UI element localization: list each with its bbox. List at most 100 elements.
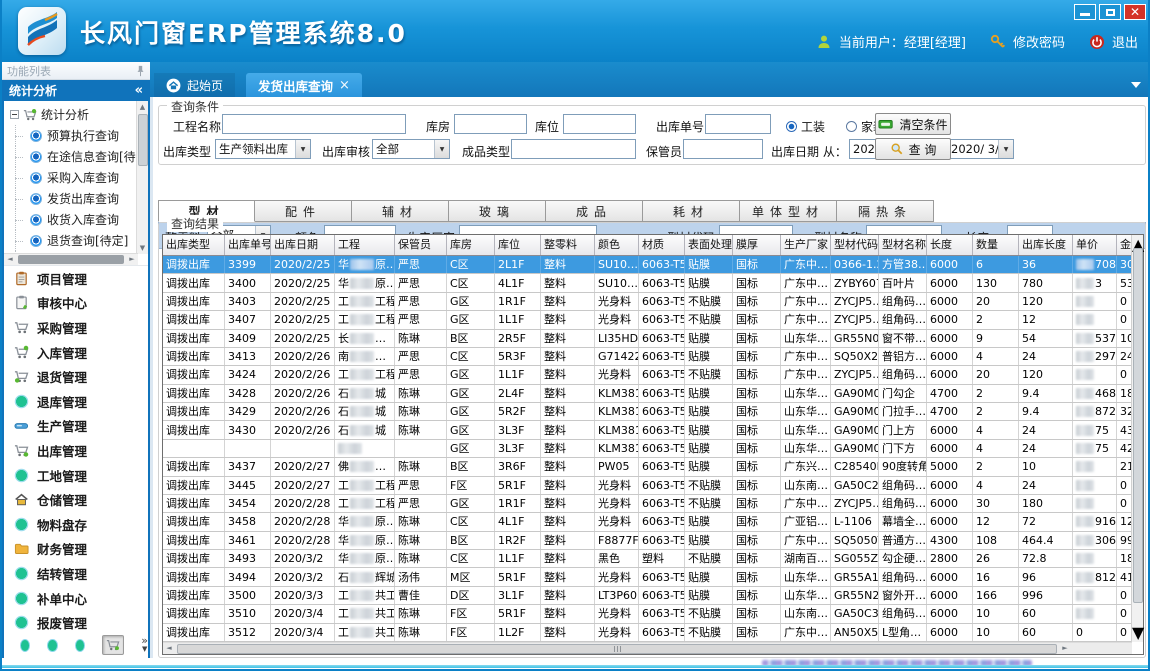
subtab-成品[interactable]: 成品	[546, 200, 643, 222]
grid-horizontal-scrollbar[interactable]: ◄ ►	[163, 642, 1132, 654]
collapsed-cart-button[interactable]	[102, 635, 124, 655]
table-row[interactable]: 调拨出库34582020/2/28华原…陈琳C区4L1F整料光身料6063-T5…	[163, 513, 1143, 531]
table-row[interactable]: 调拨出库34002020/2/25华原…严思C区4L1F整料SU10…6063-…	[163, 274, 1143, 292]
sidebar-item-仓储管理[interactable]: 仓储管理	[4, 487, 148, 512]
tab-close-icon[interactable]: ×	[339, 78, 350, 93]
sidebar-item-物料盘存[interactable]: 物料盘存	[4, 512, 148, 537]
column-header[interactable]: 库位	[495, 235, 541, 255]
tree-vertical-scrollbar[interactable]: ▲ ▼	[136, 101, 148, 254]
collapsed-module-icon[interactable]	[75, 639, 85, 652]
sidebar-item-出库管理[interactable]: 出库管理	[4, 438, 148, 463]
audit-select[interactable]: 全部▼	[372, 139, 450, 159]
column-header[interactable]: 表面处理	[685, 235, 733, 255]
product-type-input[interactable]	[511, 139, 636, 159]
column-header[interactable]: 长度	[927, 235, 973, 255]
tree-expander-icon[interactable]	[10, 110, 19, 119]
logout-link[interactable]: 退出	[1112, 32, 1138, 51]
collapsed-module-icon[interactable]	[20, 639, 30, 652]
tree-item[interactable]: 发货出库查询	[4, 188, 148, 209]
table-row[interactable]: 调拨出库34282020/2/26石城陈琳G区2L4F整料KLM38176063…	[163, 385, 1143, 403]
collapse-panel-button[interactable]: «	[135, 83, 143, 98]
tree-item[interactable]: 收货入库查询	[4, 209, 148, 230]
sidebar-item-项目管理[interactable]: 项目管理	[4, 266, 148, 291]
tree-horizontal-scrollbar[interactable]: ◄►	[4, 253, 138, 265]
sidebar-item-退货管理[interactable]: 退货管理	[4, 364, 148, 389]
sidebar-item-退库管理[interactable]: 退库管理	[4, 389, 148, 414]
keeper-input[interactable]	[683, 139, 763, 159]
subtab-玻璃[interactable]: 玻璃	[449, 200, 546, 222]
column-header[interactable]: 出库日期	[271, 235, 335, 255]
column-header[interactable]: 库房	[447, 235, 495, 255]
subtab-辅材[interactable]: 辅材	[352, 200, 449, 222]
table-row[interactable]: 调拨出库34292020/2/26石城陈琳G区5R2F整料KLM38176063…	[163, 403, 1143, 421]
column-header[interactable]: 数量	[973, 235, 1019, 255]
collapsed-module-icon[interactable]	[47, 639, 57, 652]
more-modules-button[interactable]: »▼	[141, 637, 148, 653]
subtab-单体型材[interactable]: 单体型材	[740, 200, 837, 222]
table-row[interactable]: 调拨出库33992020/2/25华原…严思C区2L1F整料SU10…6063-…	[163, 256, 1143, 274]
column-header[interactable]: 单价	[1073, 235, 1117, 255]
grid-vertical-scrollbar[interactable]: ▲▼	[1131, 235, 1143, 642]
table-row[interactable]: 调拨出库34132020/2/26南…严思C区5R3F整料G714226063-…	[163, 348, 1143, 366]
gongzhuang-radio[interactable]: 工装	[786, 118, 825, 135]
column-header[interactable]: 出库单号	[225, 235, 271, 255]
table-row[interactable]: 调拨出库34072020/2/25工工程严思G区1L1F整料光身料6063-T5…	[163, 311, 1143, 329]
table-row[interactable]: 调拨出库35102020/3/4工共工程陈琳F区5R1F整料光身料6063-T5…	[163, 605, 1143, 623]
subtab-隔热条[interactable]: 隔热条	[837, 200, 934, 222]
sidebar-item-工地管理[interactable]: 工地管理	[4, 463, 148, 488]
tree-root-stats[interactable]: 统计分析	[4, 101, 148, 125]
location-input[interactable]	[563, 114, 636, 134]
tree-item[interactable]: 退货查询[待定]	[4, 230, 148, 251]
table-row[interactable]: 调拨出库35122020/3/4工共工程陈琳F区1L2F整料光身料6063-T5…	[163, 624, 1143, 642]
change-password-link[interactable]: 修改密码	[1013, 32, 1065, 51]
chevron-down-icon[interactable]	[1131, 82, 1141, 88]
close-button[interactable]: ✕	[1124, 4, 1146, 20]
minimize-button[interactable]	[1074, 4, 1096, 20]
search-button[interactable]: 查 询	[875, 138, 951, 160]
table-row[interactable]: 调拨出库34452020/2/27工工程严思F区5R1F整料光身料6063-T5…	[163, 477, 1143, 495]
maximize-button[interactable]	[1099, 4, 1121, 20]
table-row[interactable]: 调拨出库35002020/3/3工共工程曹佳D区3L1F整料LT3P606063…	[163, 587, 1143, 605]
table-row[interactable]: 调拨出库34942020/3/2石辉城汤伟M区5R1F整料光身料6063-T5贴…	[163, 568, 1143, 586]
column-header[interactable]: 膜厚	[733, 235, 781, 255]
clear-conditions-button[interactable]: 清空条件	[875, 113, 951, 135]
sidebar-item-生产管理[interactable]: 生产管理	[4, 414, 148, 439]
table-row[interactable]: 调拨出库34092020/2/25长…陈琳B区2R5F整料LI35HD6063-…	[163, 330, 1143, 348]
bill-no-input[interactable]	[705, 114, 771, 134]
column-header[interactable]: 型材名称	[879, 235, 927, 255]
date-to-select[interactable]: 2020/ 3/16▼	[947, 139, 1014, 159]
table-row[interactable]: 调拨出库34612020/2/28华原…陈琳B区1R2F整料F8877FT606…	[163, 532, 1143, 550]
column-header[interactable]: 颜色	[595, 235, 639, 255]
column-header[interactable]: 出库长度	[1019, 235, 1073, 255]
radio-unselected-icon[interactable]	[846, 121, 857, 132]
column-header[interactable]: 工程	[335, 235, 395, 255]
column-header[interactable]: 保管员	[395, 235, 447, 255]
table-row[interactable]: 调拨出库34932020/3/2华原…陈琳C区1L1F整料黑色塑料不贴膜国标湖南…	[163, 550, 1143, 568]
pin-icon[interactable]	[136, 65, 145, 77]
sidebar-item-采购管理[interactable]: 采购管理	[4, 315, 148, 340]
subtab-配件[interactable]: 配件	[255, 200, 352, 222]
column-header[interactable]: 生产厂家	[781, 235, 831, 255]
column-header[interactable]: 材质	[639, 235, 685, 255]
tree-item[interactable]: 采购入库查询	[4, 167, 148, 188]
warehouse-input[interactable]	[454, 114, 527, 134]
radio-selected-icon[interactable]	[786, 121, 797, 132]
column-header[interactable]: 出库类型	[163, 235, 225, 255]
column-header[interactable]: 型材代码	[831, 235, 879, 255]
sidebar-item-结转管理[interactable]: 结转管理	[4, 561, 148, 586]
table-row[interactable]: 调拨出库34242020/2/26工工程严思G区1L1F整料光身料6063-T5…	[163, 366, 1143, 384]
tab-home[interactable]: 起始页	[154, 73, 235, 97]
sidebar-item-报废管理[interactable]: 报废管理	[4, 610, 148, 635]
column-header[interactable]: 整零料	[541, 235, 595, 255]
project-name-input[interactable]	[222, 114, 406, 134]
tab-shipping-query[interactable]: 发货出库查询 ×	[246, 73, 362, 97]
tree-item[interactable]: 在途信息查询[待	[4, 146, 148, 167]
table-row[interactable]: 调拨出库34372020/2/27佛…陈琳B区3R6F整料PW056063-T5…	[163, 458, 1143, 476]
sidebar-item-补单中心[interactable]: 补单中心	[4, 586, 148, 611]
table-row[interactable]: 调拨出库34542020/2/28工工程严思G区1R1F整料光身料6063-T5…	[163, 495, 1143, 513]
table-row[interactable]: 调拨出库34032020/2/25工工程严思G区1R1F整料光身料6063-T5…	[163, 293, 1143, 311]
subtab-耗材[interactable]: 耗材	[643, 200, 740, 222]
out-type-select[interactable]: 生产领料出库▼	[215, 139, 311, 159]
table-row[interactable]: G区3L3F整料KLM38176063-T5贴膜国标山东华…GA90M09.门下…	[163, 440, 1143, 458]
sidebar-item-审核中心[interactable]: 审核中心	[4, 291, 148, 316]
